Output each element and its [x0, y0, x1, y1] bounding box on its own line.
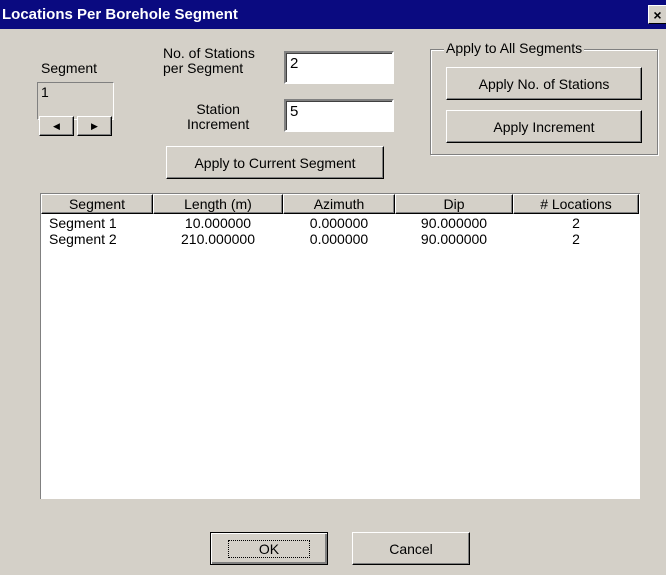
- apply-increment-button[interactable]: Apply Increment: [446, 110, 642, 143]
- window-title: Locations Per Borehole Segment: [2, 6, 238, 23]
- column-header-dip[interactable]: Dip: [395, 194, 513, 214]
- column-header-length[interactable]: Length (m): [153, 194, 283, 214]
- title-bar: Locations Per Borehole Segment ×: [0, 0, 666, 29]
- increment-label: Station Increment: [187, 101, 250, 132]
- ok-button-label: OK: [227, 539, 311, 558]
- stations-label: No. of Stations per Segment: [163, 45, 255, 76]
- left-arrow-icon: ◀: [53, 120, 60, 131]
- column-header-segment[interactable]: Segment: [41, 194, 153, 214]
- apply-stations-button[interactable]: Apply No. of Stations: [446, 67, 642, 100]
- segment-prev-button[interactable]: ◀: [39, 116, 74, 136]
- segment-value: 1: [37, 82, 114, 120]
- apply-current-segment-button[interactable]: Apply to Current Segment: [166, 146, 384, 179]
- cell-segment: Segment 2: [49, 231, 117, 247]
- table-row[interactable]: Segment 1 10.000000 0.000000 90.000000 2: [41, 215, 639, 231]
- ok-button[interactable]: OK: [210, 532, 328, 565]
- right-arrow-icon: ▶: [91, 120, 98, 131]
- cell-segment: Segment 1: [49, 215, 117, 231]
- cell-azimuth: 0.000000: [309, 231, 369, 247]
- column-header-locations[interactable]: # Locations: [513, 194, 639, 214]
- segments-table[interactable]: Segment Length (m) Azimuth Dip # Locatio…: [40, 193, 640, 499]
- cell-azimuth: 0.000000: [309, 215, 369, 231]
- table-row[interactable]: Segment 2 210.000000 0.000000 90.000000 …: [41, 231, 639, 247]
- cell-locations: 2: [572, 215, 580, 231]
- cell-dip: 90.000000: [420, 215, 488, 231]
- cell-dip: 90.000000: [420, 231, 488, 247]
- column-header-azimuth[interactable]: Azimuth: [283, 194, 395, 214]
- cell-length: 210.000000: [181, 231, 255, 247]
- cell-length: 10.000000: [184, 215, 252, 231]
- close-button[interactable]: ×: [648, 5, 666, 24]
- cancel-button[interactable]: Cancel: [352, 532, 470, 565]
- cell-locations: 2: [572, 231, 580, 247]
- apply-all-group-label: Apply to All Segments: [444, 40, 585, 56]
- segment-next-button[interactable]: ▶: [77, 116, 112, 136]
- stations-input[interactable]: 2: [284, 51, 394, 84]
- segment-label: Segment: [41, 60, 98, 76]
- increment-input[interactable]: 5: [284, 99, 394, 132]
